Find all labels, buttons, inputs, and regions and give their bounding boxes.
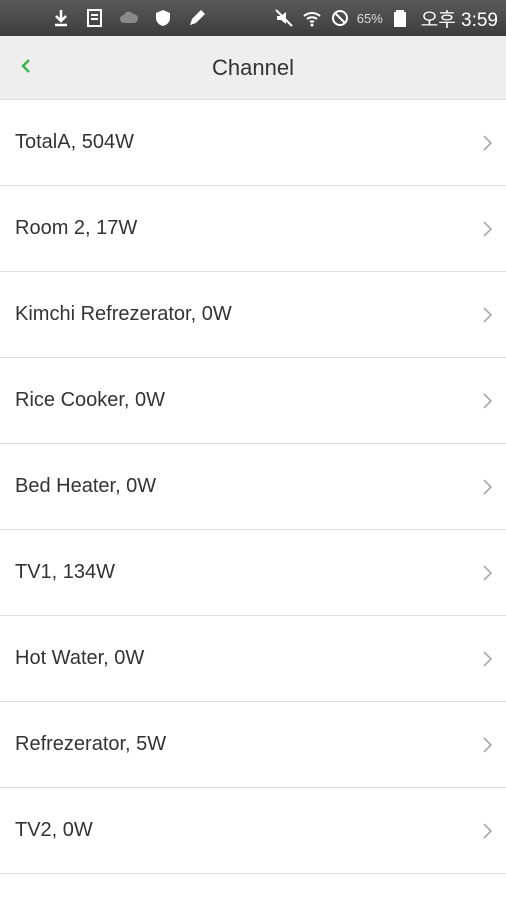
channel-item-tv2[interactable]: TV2, 0W (0, 788, 506, 874)
chevron-right-icon (482, 822, 494, 840)
battery-percent: 65% (356, 10, 383, 26)
chevron-right-icon (482, 564, 494, 582)
channel-label: Rice Cooker, 0W (15, 389, 166, 411)
chevron-left-icon (18, 58, 34, 79)
mute-icon (273, 7, 295, 29)
channel-label: TV2, 0W (15, 819, 93, 841)
channel-label: TotalA, 504W (15, 131, 134, 153)
channel-item-hot-water[interactable]: Hot Water, 0W (0, 616, 506, 702)
channel-item-totala[interactable]: TotalA, 504W (0, 100, 506, 186)
status-time: 오후 3:59 (420, 9, 498, 31)
channel-item-refrezerator[interactable]: Refrezerator, 5W (0, 702, 506, 788)
channel-item-kimchi-refrezerator[interactable]: Kimchi Refrezerator, 0W (0, 272, 506, 358)
header: Channel (0, 36, 506, 100)
channel-item-tv1[interactable]: TV1, 134W (0, 530, 506, 616)
chevron-right-icon (482, 478, 494, 496)
chevron-right-icon (482, 134, 494, 152)
shield-icon (152, 7, 174, 29)
channel-label: Kimchi Refrezerator, 0W (15, 303, 232, 325)
status-bar: 65% 오후 3:59 (0, 0, 506, 36)
channel-list: TotalA, 504W Room 2, 17W Kimchi Refrezer… (0, 100, 506, 874)
channel-label: Refrezerator, 5W (15, 733, 167, 755)
channel-label: Bed Heater, 0W (15, 475, 157, 497)
channel-item-room-2[interactable]: Room 2, 17W (0, 186, 506, 272)
pencil-icon (186, 7, 208, 29)
channel-label: Room 2, 17W (15, 217, 138, 239)
chevron-right-icon (482, 650, 494, 668)
channel-item-rice-cooker[interactable]: Rice Cooker, 0W (0, 358, 506, 444)
chevron-right-icon (482, 306, 494, 324)
chevron-right-icon (482, 392, 494, 410)
cloud-icon (118, 7, 140, 29)
do-not-disturb-icon (329, 7, 351, 29)
download-icon (50, 7, 72, 29)
channel-item-bed-heater[interactable]: Bed Heater, 0W (0, 444, 506, 530)
channel-label: Hot Water, 0W (15, 647, 145, 669)
chevron-right-icon (482, 736, 494, 754)
wifi-icon (301, 7, 323, 29)
page-title: Channel (212, 55, 294, 80)
back-button[interactable] (6, 44, 46, 92)
chevron-right-icon (482, 220, 494, 238)
battery-icon (389, 7, 411, 29)
channel-label: TV1, 134W (15, 561, 116, 583)
image-notification-icon (84, 7, 106, 29)
